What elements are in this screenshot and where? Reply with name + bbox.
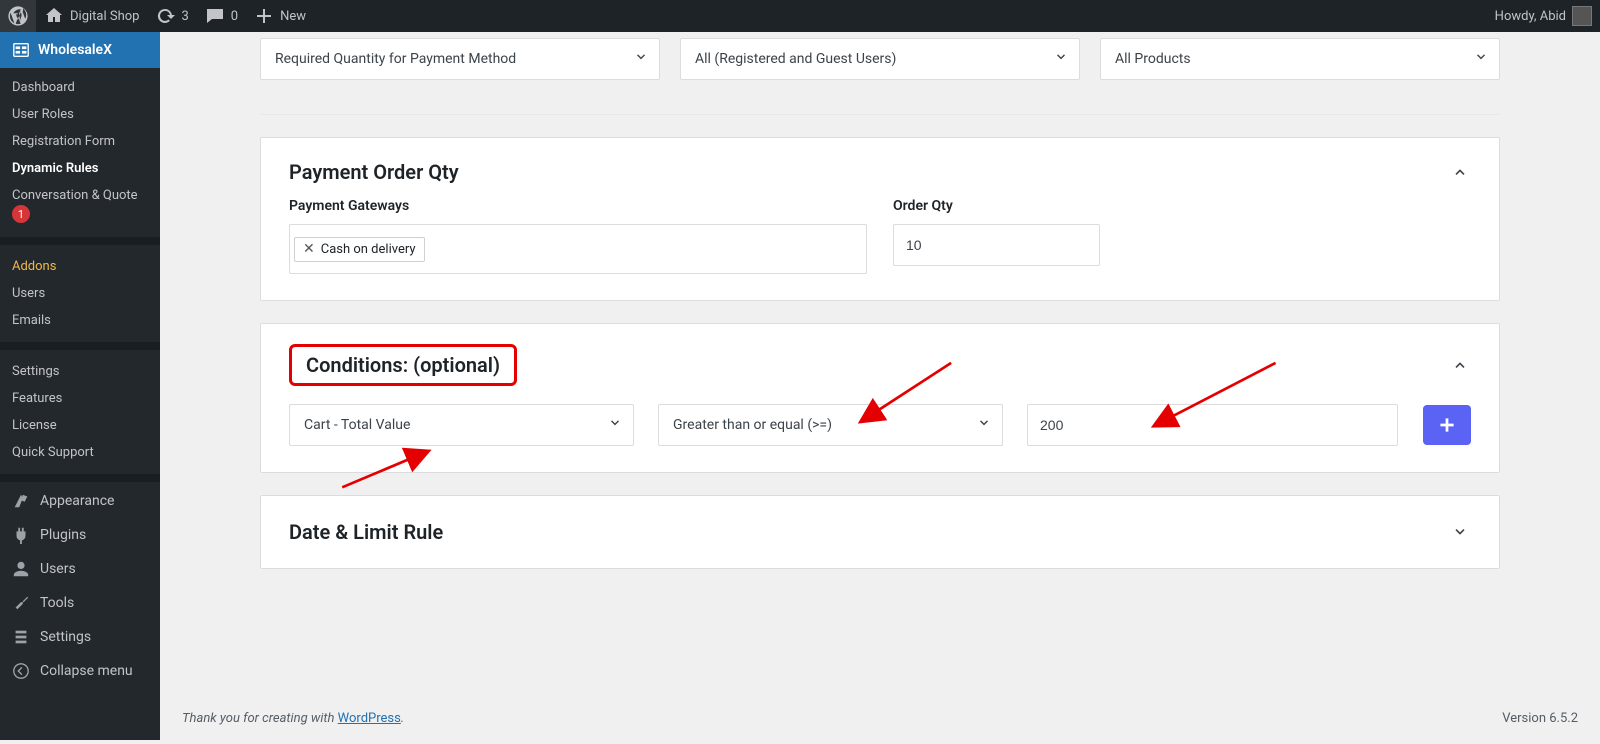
gateways-label: Payment Gateways [289, 198, 867, 214]
comments-count: 0 [231, 9, 238, 24]
sidebar-item-settings[interactable]: Settings [0, 358, 160, 385]
footer-wordpress-link[interactable]: WordPress [338, 711, 401, 726]
howdy-link[interactable]: Howdy, Abid [1487, 0, 1600, 32]
admin-sidebar: WholesaleX Dashboard User Roles Registra… [0, 32, 160, 740]
date-limit-panel: Date & Limit Rule [260, 495, 1500, 569]
admin-bar: Digital Shop 3 0 New Howdy, Abid [0, 0, 1600, 32]
footer-thanks-post: . [401, 711, 404, 726]
gateways-input[interactable]: ✕ Cash on delivery [289, 224, 867, 274]
sidebar-item-users[interactable]: Users [0, 280, 160, 307]
sidebar-users[interactable]: Users [0, 552, 160, 586]
site-name-link[interactable]: Digital Shop [36, 0, 147, 32]
users-icon [12, 560, 30, 578]
home-icon [44, 6, 64, 26]
sidebar-plugins[interactable]: Plugins [0, 518, 160, 552]
sidebar-bottom: Appearance Plugins Users Tools Settings … [0, 484, 160, 688]
sidebar-appearance[interactable]: Appearance [0, 484, 160, 518]
sidebar-item-registration-form[interactable]: Registration Form [0, 128, 160, 155]
top-selects-row: Required Quantity for Payment Method All… [260, 32, 1500, 115]
products-select[interactable]: All Products [1100, 38, 1500, 80]
add-condition-button[interactable] [1423, 405, 1471, 445]
tools-icon [12, 594, 30, 612]
sidebar-item-dashboard[interactable]: Dashboard [0, 74, 160, 101]
payment-order-qty-panel: Payment Order Qty Payment Gateways ✕ Cas… [260, 137, 1500, 301]
sidebar-item-quick-support[interactable]: Quick Support [0, 439, 160, 466]
condition-operator-select[interactable]: Greater than or equal (>=) [658, 404, 1003, 446]
gateway-chip: ✕ Cash on delivery [294, 237, 425, 262]
appearance-icon [12, 492, 30, 510]
order-qty-input[interactable] [893, 224, 1100, 266]
condition-value-input[interactable] [1027, 404, 1398, 446]
sidebar-sub-2: Addons Users Emails [0, 247, 160, 340]
condition-field-select[interactable]: Cart - Total Value [289, 404, 634, 446]
updates-link[interactable]: 3 [147, 0, 196, 32]
payment-panel-title: Payment Order Qty [289, 160, 459, 184]
panel-collapse-toggle[interactable] [1449, 161, 1471, 183]
updates-count: 3 [181, 9, 188, 24]
sidebar-tools[interactable]: Tools [0, 586, 160, 620]
wholesalex-icon [12, 41, 30, 59]
date-panel-title: Date & Limit Rule [289, 520, 443, 544]
conversation-badge: 1 [12, 205, 30, 223]
avatar [1572, 6, 1592, 26]
plus-icon [254, 6, 274, 26]
rule-type-select[interactable]: Required Quantity for Payment Method [260, 38, 660, 80]
sidebar-collapse[interactable]: Collapse menu [0, 654, 160, 688]
footer-thanks-pre: Thank you for creating with [182, 711, 338, 726]
conditions-title: Conditions: (optional) [306, 353, 500, 377]
sidebar-item-features[interactable]: Features [0, 385, 160, 412]
qty-label: Order Qty [893, 198, 1471, 214]
panel-expand-toggle[interactable] [1449, 521, 1471, 543]
comments-link[interactable]: 0 [197, 0, 246, 32]
conditions-panel: Conditions: (optional) Cart - Total Valu… [260, 323, 1500, 473]
updates-icon [155, 6, 175, 26]
wp-footer: Thank you for creating with WordPress. V… [160, 696, 1600, 740]
sidebar-item-dynamic-rules[interactable]: Dynamic Rules [0, 155, 160, 182]
conditions-title-highlight: Conditions: (optional) [289, 344, 517, 386]
settings-icon [12, 628, 30, 646]
sidebar-item-user-roles[interactable]: User Roles [0, 101, 160, 128]
panel-collapse-toggle[interactable] [1449, 354, 1471, 376]
remove-chip-icon[interactable]: ✕ [303, 242, 315, 256]
new-label: New [280, 9, 306, 24]
sidebar-item-license[interactable]: License [0, 412, 160, 439]
sidebar-item-addons[interactable]: Addons [0, 253, 160, 280]
sidebar-settings[interactable]: Settings [0, 620, 160, 654]
sidebar-item-emails[interactable]: Emails [0, 307, 160, 334]
collapse-icon [12, 662, 30, 680]
wordpress-icon [8, 6, 28, 26]
content-area: Required Quantity for Payment Method All… [160, 32, 1600, 740]
comment-icon [205, 6, 225, 26]
plus-icon [1436, 414, 1458, 436]
sidebar-item-conversation[interactable]: Conversation & Quote 1 [0, 182, 160, 229]
plugins-icon [12, 526, 30, 544]
sidebar-top-wholesalex[interactable]: WholesaleX [0, 32, 160, 68]
howdy-text: Howdy, Abid [1495, 9, 1566, 24]
sidebar-top-label: WholesaleX [38, 42, 112, 58]
site-name: Digital Shop [70, 9, 139, 24]
new-link[interactable]: New [246, 0, 314, 32]
wp-logo[interactable] [0, 0, 36, 32]
users-select[interactable]: All (Registered and Guest Users) [680, 38, 1080, 80]
sidebar-sub-1: Dashboard User Roles Registration Form D… [0, 68, 160, 235]
sidebar-sub-3: Settings Features License Quick Support [0, 352, 160, 472]
footer-version: Version 6.5.2 [1502, 711, 1578, 726]
